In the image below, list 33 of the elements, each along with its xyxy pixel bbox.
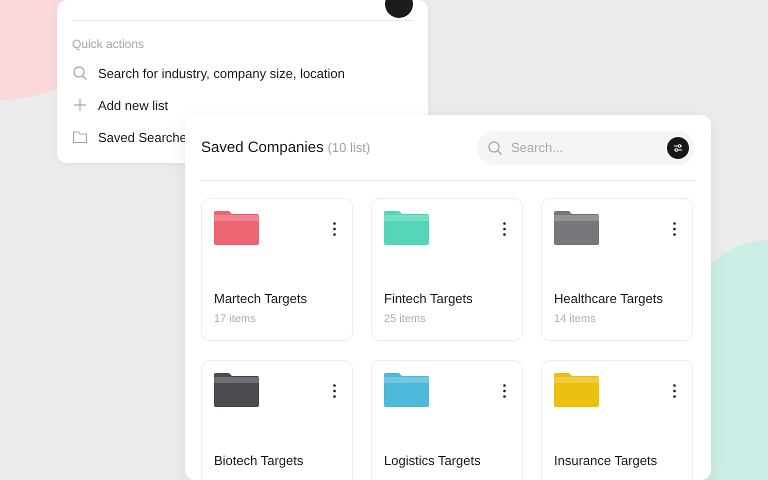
search-icon: [72, 65, 88, 81]
kebab-icon: [502, 222, 506, 236]
action-item[interactable]: Add new list: [98, 98, 168, 112]
folder-card[interactable]: Healthcare Targets 14 items: [541, 198, 693, 341]
search-field[interactable]: Search...: [477, 130, 695, 164]
sliders-icon: [673, 142, 683, 152]
folder-name: Fintech Targets: [384, 291, 474, 306]
folder-name: Martech Targets: [214, 291, 308, 306]
folder-card[interactable]: Martech Targets 17 items: [201, 198, 353, 341]
kebab-icon: [502, 384, 506, 398]
folder-name: Biotech Targets: [214, 453, 304, 468]
kebab-icon: [672, 222, 676, 236]
item-count: 17 items: [214, 313, 257, 325]
plus-icon: [72, 97, 88, 113]
section-label: Quick actions: [72, 37, 146, 51]
search-icon: [487, 140, 503, 156]
kebab-icon: [332, 222, 336, 236]
panel-title: Saved Companies: [201, 139, 324, 156]
folder-name: Healthcare Targets: [554, 291, 664, 306]
folder-name: Logistics Targets: [384, 453, 482, 468]
folder-icon: [72, 129, 88, 145]
item-count: 25 items: [384, 313, 427, 325]
item-count: 14 items: [554, 313, 597, 325]
kebab-icon: [672, 384, 676, 398]
folder-card[interactable]: Logistics Targets: [371, 360, 523, 480]
folder-card[interactable]: Biotech Targets: [201, 360, 353, 480]
folder-card[interactable]: Fintech Targets 25 items: [371, 198, 523, 341]
folder-card[interactable]: Insurance Targets: [541, 360, 693, 480]
list-count: (10 list): [328, 140, 370, 155]
action-item[interactable]: Saved Searche: [98, 130, 187, 144]
action-item[interactable]: Search for industry, company size, location: [98, 66, 345, 80]
folder-name: Insurance Targets: [554, 453, 658, 468]
kebab-icon: [332, 384, 336, 398]
